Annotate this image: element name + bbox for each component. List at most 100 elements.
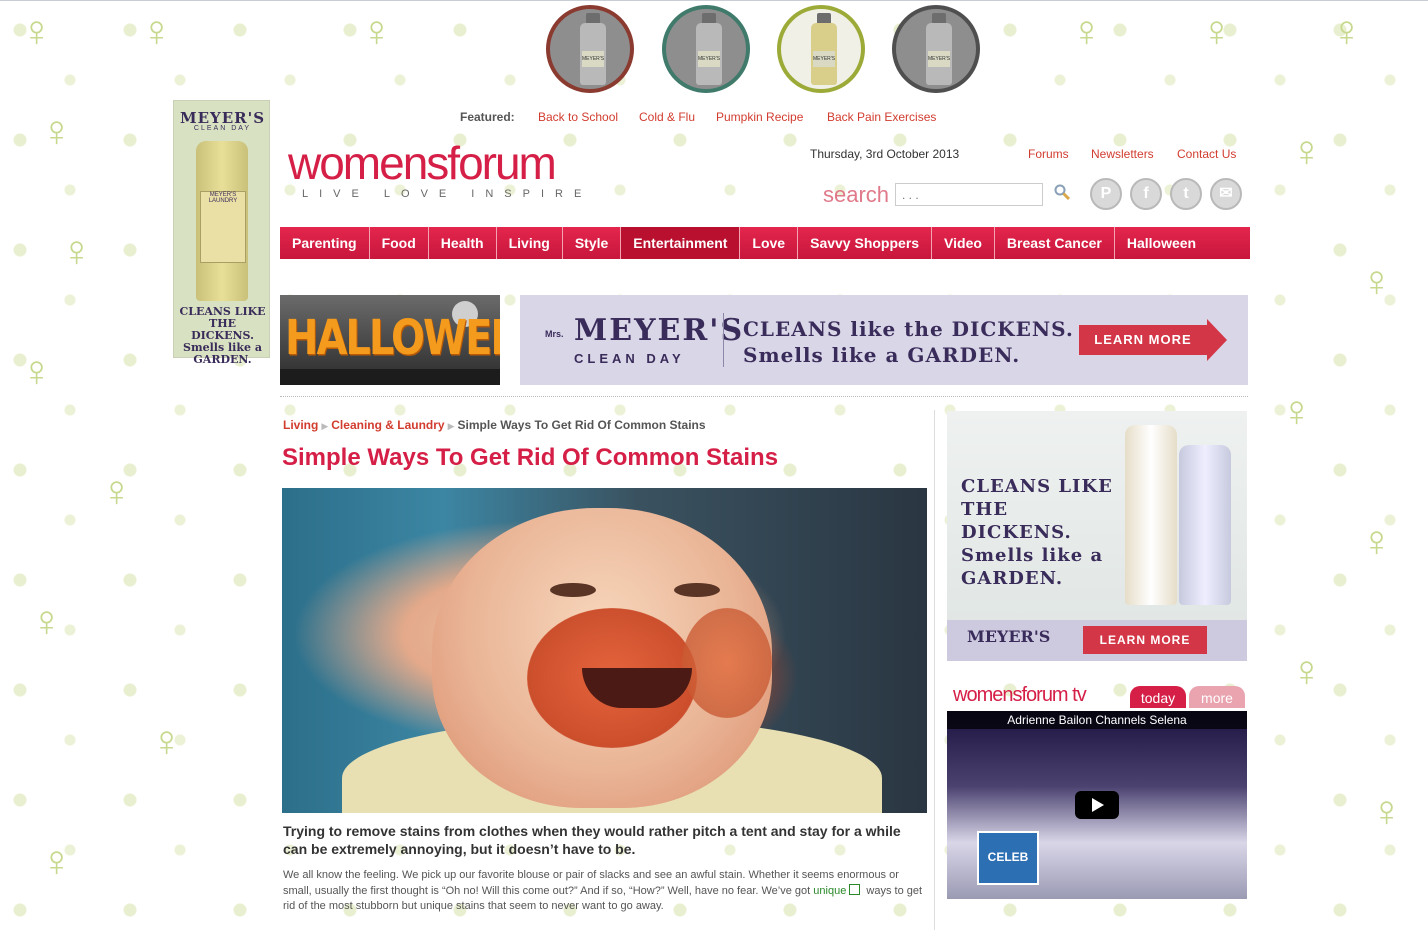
search-icon[interactable] [1054, 184, 1070, 200]
breadcrumb-cleaning[interactable]: Cleaning & Laundry [331, 418, 444, 432]
contact-us-link[interactable]: Contact Us [1177, 147, 1236, 161]
chevron-right-icon: ▶ [321, 421, 329, 431]
breadcrumb: Living ▶ Cleaning & Laundry ▶ Simple Ways To… [283, 418, 706, 432]
newsletters-link[interactable]: Newsletters [1091, 147, 1154, 161]
current-date: Thursday, 3rd October 2013 [810, 147, 960, 161]
nav-style[interactable]: Style [563, 227, 622, 259]
article-lead: Trying to remove stains from clothes whe… [283, 823, 901, 857]
pinterest-icon[interactable]: P [1090, 178, 1122, 210]
soap-bottle-image [1179, 445, 1231, 605]
article-hero-image [282, 488, 927, 813]
sauce-stain-shape [682, 608, 772, 718]
bottle-label: MEYER'S [813, 51, 835, 67]
side-ad-text: CLEANS LIKE THE DICKENS. Smells like a G… [961, 476, 1113, 589]
doodle-icon: ♀ [360, 7, 393, 56]
doodle-icon: ♀ [1290, 127, 1323, 176]
side-learn-more-button[interactable]: LEARN MORE [1083, 626, 1207, 654]
doodle-icon: ♀ [1360, 517, 1393, 566]
email-icon[interactable]: ✉ [1210, 178, 1242, 210]
arrow-right-icon [1207, 319, 1227, 361]
product-circle-3[interactable]: MEYER'S [777, 5, 865, 93]
doodle-icon: ♀ [1330, 7, 1363, 56]
channel-logo: CELEB TV [977, 831, 1039, 899]
side-ad-footer: MEYER'S LEARN MORE [947, 620, 1247, 661]
graveyard-silhouette [280, 369, 500, 385]
doodle-icon: ♀ [20, 7, 53, 56]
side-ad-brand: MEYER'S [967, 627, 1051, 646]
bottle-label: MEYER'S LAUNDRY [200, 191, 246, 263]
search-input[interactable] [895, 183, 1043, 206]
featured-label: Featured: [460, 110, 515, 124]
nav-living[interactable]: Living [497, 227, 563, 259]
ad-mrs: Mrs. [545, 329, 564, 339]
nav-video[interactable]: Video [932, 227, 995, 259]
eye-shape [550, 583, 596, 597]
bottle-label: MEYER'S [698, 51, 720, 67]
ad-brand-sub: CLEAN DAY [574, 351, 685, 366]
nav-love[interactable]: Love [740, 227, 799, 259]
doodle-icon: ♀ [150, 717, 183, 766]
bottle-label: MEYER'S [582, 51, 604, 67]
article-body: We all know the feeling. We pick up our … [283, 868, 927, 915]
main-nav: Parenting Food Health Living Style Enter… [280, 227, 1250, 259]
breadcrumb-living[interactable]: Living [283, 418, 318, 432]
product-circle-4[interactable]: MEYER'S [892, 5, 980, 93]
tab-today[interactable]: today [1130, 686, 1186, 708]
product-circle-1[interactable]: MEYER'S [546, 5, 634, 93]
video-caption: Adrienne Bailon Channels Selena [947, 711, 1247, 729]
doodle-icon: ♀ [1070, 7, 1103, 56]
logo-text-a: womens [288, 137, 449, 189]
eye-shape [674, 583, 720, 597]
play-icon[interactable] [1075, 791, 1119, 819]
site-logo[interactable]: womensforum LIVE LOVE INSPIRE [288, 140, 592, 200]
product-circle-2[interactable]: MEYER'S [662, 5, 750, 93]
facebook-icon[interactable]: f [1130, 178, 1162, 210]
doodle-icon: ♀ [60, 227, 93, 276]
external-link-icon [849, 883, 861, 895]
doodle-icon: ♀ [1290, 647, 1323, 696]
ad-brand: MEYER'S [574, 313, 745, 348]
doodle-icon: ♀ [1360, 257, 1393, 306]
doodle-icon: ♀ [40, 837, 73, 886]
spray-bottle-image [1125, 425, 1177, 605]
nav-halloween[interactable]: Halloween [1115, 227, 1208, 259]
ad-line-1: CLEANS like the DICKENS. [743, 317, 1074, 341]
tab-more[interactable]: more [1189, 686, 1245, 708]
chevron-right-icon: ▶ [447, 421, 455, 431]
doodle-icon: ♀ [1200, 7, 1233, 56]
leaderboard-ad[interactable]: Mrs. MEYER'S CLEAN DAY CLEANS like the D… [520, 295, 1248, 385]
nav-food[interactable]: Food [370, 227, 429, 259]
learn-more-button[interactable]: LEARN MORE [1079, 325, 1207, 355]
doodle-icon: ♀ [20, 347, 53, 396]
nav-entertainment[interactable]: Entertainment [621, 227, 741, 259]
sidebar-ad[interactable]: CLEANS LIKE THE DICKENS. Smells like a G… [947, 411, 1247, 661]
top-divider [0, 0, 1428, 1]
doodle-icon: ♀ [1280, 387, 1313, 436]
breadcrumb-current: Simple Ways To Get Rid Of Common Stains [457, 418, 706, 432]
nav-health[interactable]: Health [429, 227, 497, 259]
nav-breast-cancer[interactable]: Breast Cancer [995, 227, 1115, 259]
left-skyscraper-ad[interactable]: MEYER'S CLEAN DAY MEYER'S LAUNDRY CLEANS… [173, 100, 270, 366]
logo-tagline: LIVE LOVE INSPIRE [302, 188, 593, 200]
featured-link-back-to-school[interactable]: Back to School [538, 110, 618, 124]
forums-link[interactable]: Forums [1028, 147, 1069, 161]
featured-link-cold-flu[interactable]: Cold & Flu [639, 110, 695, 124]
doodle-icon: ♀ [100, 467, 133, 516]
unique-link[interactable]: unique [813, 885, 846, 897]
featured-link-pumpkin-recipe[interactable]: Pumpkin Recipe [716, 110, 803, 124]
article-title: Simple Ways To Get Rid Of Common Stains [282, 444, 779, 471]
ad-line-2: Smells like a GARDEN. [743, 343, 1021, 367]
nav-savvy-shoppers[interactable]: Savvy Shoppers [798, 227, 933, 259]
video-player[interactable]: Adrienne Bailon Channels Selena CELEB TV [947, 711, 1247, 899]
nav-parenting[interactable]: Parenting [280, 227, 370, 259]
twitter-icon[interactable]: t [1170, 178, 1202, 210]
womensforum-tv-logo: womensforum tv [953, 684, 1087, 706]
body-text-1: We all know the feeling. We pick up our … [283, 869, 899, 897]
featured-link-back-pain[interactable]: Back Pain Exercises [827, 110, 936, 124]
section-divider [280, 396, 1248, 397]
halloween-banner[interactable]: HALLOWEEN [280, 295, 500, 385]
ad-sub: CLEAN DAY [193, 125, 252, 132]
doodle-icon: ♀ [30, 597, 63, 646]
doodle-icon: ♀ [140, 7, 173, 56]
ad-tagline: CLEANS LIKE THE DICKENS. Smells like a G… [179, 305, 266, 366]
